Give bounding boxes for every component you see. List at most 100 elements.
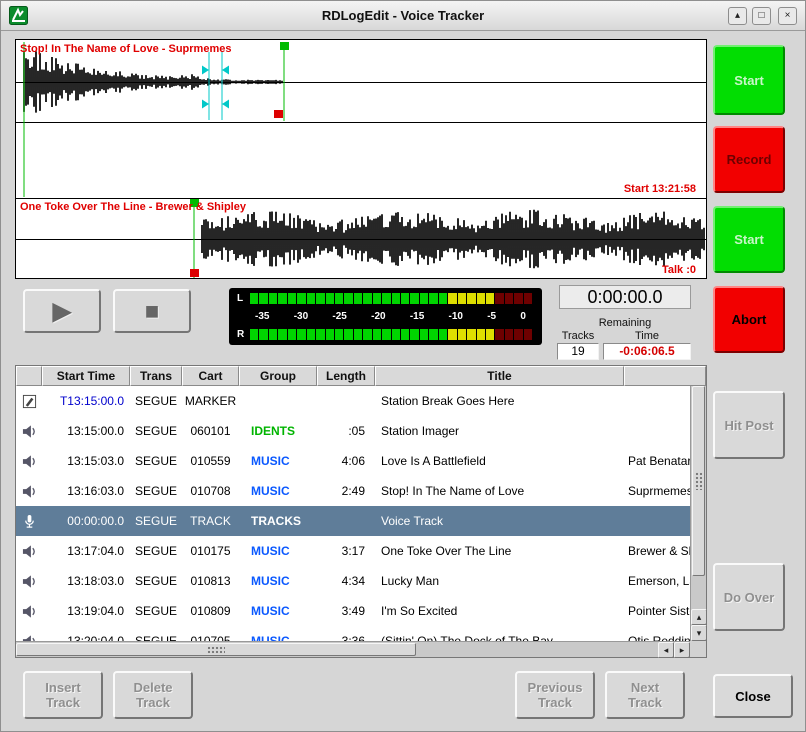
- cell-trans: SEGUE: [130, 604, 182, 618]
- left-meter-bar: [250, 293, 532, 304]
- next-track-button[interactable]: Next Track: [605, 671, 685, 719]
- elapsed-time-display: 0:00:00.0: [559, 285, 691, 309]
- table-row[interactable]: T13:15:00.0 SEGUE MARKER Station Break G…: [16, 386, 690, 416]
- close-window-button[interactable]: ×: [778, 7, 797, 25]
- cell-title: Love Is A Battlefield: [375, 454, 624, 468]
- scroll-up-icon[interactable]: ▴: [691, 609, 707, 625]
- talk-time-label: Talk :0: [662, 264, 696, 276]
- play-icon: ▶: [53, 304, 71, 319]
- start-time-label: Start 13:21:58: [624, 183, 696, 195]
- previous-track-button[interactable]: Previous Track: [515, 671, 595, 719]
- titlebar[interactable]: RDLogEdit - Voice Tracker ▴ □ ×: [1, 1, 805, 31]
- table-row[interactable]: 13:18:03.0 SEGUE 010813 MUSIC 4:34 Lucky…: [16, 566, 690, 596]
- hit-post-button[interactable]: Hit Post: [713, 391, 785, 459]
- speaker-icon: [22, 424, 37, 439]
- vertical-scrollbar[interactable]: ▴ ▾: [690, 386, 706, 641]
- table-row[interactable]: 13:16:03.0 SEGUE 010708 MUSIC 2:49 Stop!…: [16, 476, 690, 506]
- record-button[interactable]: Record: [713, 126, 785, 193]
- table-row[interactable]: 13:20:04.0 SEGUE 010705 MUSIC 3:36 (Sitt…: [16, 626, 690, 641]
- horizontal-scrollbar-thumb[interactable]: [16, 643, 416, 656]
- left-channel-label: L: [237, 293, 250, 304]
- close-button[interactable]: Close: [713, 674, 793, 718]
- table-row[interactable]: 13:17:04.0 SEGUE 010175 MUSIC 3:17 One T…: [16, 536, 690, 566]
- row-type-icon: [16, 394, 42, 409]
- cell-trans: SEGUE: [130, 634, 182, 641]
- remaining-time-value: -0:06:06.5: [603, 343, 691, 360]
- horizontal-scrollbar[interactable]: ◂ ▸: [16, 641, 690, 657]
- cell-title: Station Break Goes Here: [375, 394, 624, 408]
- remaining-label: Remaining: [559, 317, 691, 329]
- remaining-tracks-label: Tracks: [555, 330, 601, 342]
- cell-group: MUSIC: [239, 574, 317, 588]
- col-start-time[interactable]: Start Time: [42, 366, 130, 386]
- speaker-icon: [22, 604, 37, 619]
- cell-title: I'm So Excited: [375, 604, 624, 618]
- track1-title: Stop! In The Name of Love - Suprmemes: [20, 43, 231, 55]
- table-row[interactable]: 13:15:00.0 SEGUE 060101 IDENTS :05 Stati…: [16, 416, 690, 446]
- cell-length: 4:06: [317, 454, 375, 468]
- row-type-icon: [16, 484, 42, 499]
- cell-group: IDENTS: [239, 424, 317, 438]
- cell-start-time: 13:17:04.0: [42, 544, 130, 558]
- meter-scale: -35-30-25-20-15-10-50: [237, 311, 532, 323]
- row-type-icon: [16, 604, 42, 619]
- col-title[interactable]: Title: [375, 366, 624, 386]
- start-track2-button[interactable]: Start: [713, 206, 785, 273]
- cell-title: Voice Track: [375, 514, 624, 528]
- col-artist[interactable]: [624, 366, 706, 386]
- cell-cart: 060101: [182, 424, 239, 438]
- cell-cart: 010705: [182, 634, 239, 641]
- cell-start-time: 13:19:04.0: [42, 604, 130, 618]
- cell-cart: 010175: [182, 544, 239, 558]
- right-channel-label: R: [237, 329, 250, 340]
- cell-artist: Brewer & Shipley: [624, 544, 690, 558]
- table-row[interactable]: 00:00:00.0 SEGUE TRACK TRACKS Voice Trac…: [16, 506, 690, 536]
- cell-group: MUSIC: [239, 484, 317, 498]
- cell-title: Stop! In The Name of Love: [375, 484, 624, 498]
- row-type-icon: [16, 574, 42, 589]
- remaining-time-label: Time: [603, 330, 691, 342]
- waveform-editor[interactable]: Stop! In The Name of Love - Suprmemes On…: [15, 39, 707, 279]
- cell-trans: SEGUE: [130, 394, 182, 408]
- col-length[interactable]: Length: [317, 366, 375, 386]
- row-type-icon: [16, 544, 42, 559]
- scroll-down-icon[interactable]: ▾: [691, 625, 707, 641]
- cell-cart: 010809: [182, 604, 239, 618]
- play-button[interactable]: ▶: [23, 289, 101, 333]
- cell-start-time: 13:18:03.0: [42, 574, 130, 588]
- insert-track-button[interactable]: Insert Track: [23, 671, 103, 719]
- scroll-right-icon[interactable]: ▸: [674, 642, 690, 658]
- microphone-icon: [22, 514, 37, 529]
- cell-length: 4:34: [317, 574, 375, 588]
- cell-start-time: T13:15:00.0: [42, 394, 130, 408]
- col-icon[interactable]: [16, 366, 42, 386]
- table-row[interactable]: 13:19:04.0 SEGUE 010809 MUSIC 3:49 I'm S…: [16, 596, 690, 626]
- cell-trans: SEGUE: [130, 484, 182, 498]
- cell-length: 3:17: [317, 544, 375, 558]
- cell-start-time: 00:00:00.0: [42, 514, 130, 528]
- cell-title: Station Imager: [375, 424, 624, 438]
- right-meter-bar: [250, 329, 532, 340]
- vertical-scrollbar-thumb[interactable]: [692, 386, 705, 576]
- cell-trans: SEGUE: [130, 544, 182, 558]
- cell-group: MUSIC: [239, 604, 317, 618]
- col-trans[interactable]: Trans: [130, 366, 182, 386]
- remaining-tracks-value: 19: [557, 343, 599, 360]
- delete-track-button[interactable]: Delete Track: [113, 671, 193, 719]
- shade-window-button[interactable]: ▴: [728, 7, 747, 25]
- cell-cart: MARKER: [182, 394, 239, 408]
- cell-cart: TRACK: [182, 514, 239, 528]
- stop-button[interactable]: ■: [113, 289, 191, 333]
- table-header: Start Time Trans Cart Group Length Title: [16, 366, 706, 386]
- col-group[interactable]: Group: [239, 366, 317, 386]
- table-body: T13:15:00.0 SEGUE MARKER Station Break G…: [16, 386, 690, 641]
- table-row[interactable]: 13:15:03.0 SEGUE 010559 MUSIC 4:06 Love …: [16, 446, 690, 476]
- start-track1-button[interactable]: Start: [713, 45, 785, 115]
- scroll-left-icon[interactable]: ◂: [658, 642, 674, 658]
- scrollbar-corner: [690, 641, 706, 657]
- cell-title: (Sittin' On) The Dock of The Bay: [375, 634, 624, 641]
- do-over-button[interactable]: Do Over: [713, 563, 785, 631]
- abort-button[interactable]: Abort: [713, 286, 785, 353]
- col-cart[interactable]: Cart: [182, 366, 239, 386]
- maximize-window-button[interactable]: □: [752, 7, 771, 25]
